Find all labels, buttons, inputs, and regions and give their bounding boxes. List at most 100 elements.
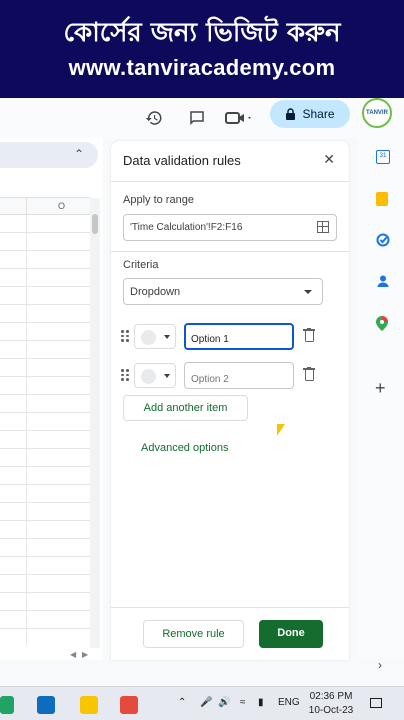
- maps-icon[interactable]: [376, 316, 388, 331]
- row-gridline: [0, 628, 90, 629]
- column-header-o[interactable]: O: [58, 201, 65, 211]
- contacts-icon[interactable]: [376, 274, 389, 287]
- criteria-value: Dropdown: [130, 286, 181, 298]
- windows-taskbar: ⌃ 🎤 🔊 ≈ ▮ ENG 02:36 PM 10-Oct-23: [0, 686, 404, 720]
- data-validation-panel: Data validation rules ✕ Apply to range '…: [111, 141, 349, 660]
- keep-icon[interactable]: [376, 192, 388, 206]
- battery-icon[interactable]: ▮: [258, 697, 264, 708]
- drag-handle-icon[interactable]: [121, 330, 129, 342]
- delete-option-icon[interactable]: [303, 328, 315, 342]
- row-gridline: [0, 250, 90, 251]
- history-icon[interactable]: [140, 104, 168, 132]
- dropdown-caret-icon: [304, 290, 312, 294]
- outlook-app-icon[interactable]: [37, 696, 55, 714]
- meet-video-icon[interactable]: [220, 104, 258, 132]
- panel-title: Data validation rules: [123, 153, 241, 168]
- calendar-day: 31: [379, 153, 387, 159]
- calendar-icon[interactable]: 31: [376, 150, 390, 164]
- wifi-icon[interactable]: ≈: [240, 697, 246, 708]
- option-1-input[interactable]: [184, 323, 294, 350]
- row-gridline: [0, 304, 90, 305]
- row-gridline: [0, 286, 90, 287]
- color-swatch: [141, 330, 156, 345]
- delete-option-icon[interactable]: [303, 367, 315, 381]
- row-gridline: [0, 268, 90, 269]
- share-label: Share: [302, 107, 335, 121]
- criteria-label: Criteria: [123, 259, 159, 271]
- collapsed-toolbar-pill[interactable]: ⌃: [0, 142, 98, 168]
- recorder-app-icon[interactable]: [120, 696, 138, 714]
- close-icon[interactable]: ✕: [323, 151, 335, 168]
- row-gridline: [0, 358, 90, 359]
- column-divider: [26, 198, 27, 216]
- row-gridline: [0, 232, 90, 233]
- apply-to-range-label: Apply to range: [123, 194, 194, 206]
- option-color-picker[interactable]: [134, 363, 176, 388]
- promo-bengali-text: কোর্সের জন্য ভিজিট করুন: [63, 18, 341, 48]
- remove-rule-button[interactable]: Remove rule: [143, 620, 244, 648]
- spreadsheet-grid[interactable]: [0, 138, 103, 660]
- option-color-picker[interactable]: [134, 324, 176, 349]
- panel-divider: [111, 181, 349, 182]
- scrollbar-thumb[interactable]: [92, 214, 98, 234]
- row-gridline: [0, 466, 90, 467]
- scroll-right-icon[interactable]: ▶: [82, 650, 88, 659]
- range-value: 'Time Calculation'!F2:F16: [130, 222, 243, 233]
- column-gridline: [26, 215, 27, 645]
- row-gridline: [0, 412, 90, 413]
- row-gridline: [0, 502, 90, 503]
- done-button[interactable]: Done: [259, 620, 323, 648]
- promo-website-text: www.tanviracademy.com: [68, 55, 336, 80]
- row-gridline: [0, 340, 90, 341]
- taskbar-clock[interactable]: 02:36 PM 10-Oct-23: [308, 690, 354, 718]
- account-avatar[interactable]: TANVIR: [362, 98, 392, 128]
- clock-date: 10-Oct-23: [308, 705, 354, 716]
- dropdown-caret-icon: [164, 374, 170, 378]
- share-button[interactable]: Share: [270, 100, 350, 128]
- panel-divider: [111, 251, 349, 252]
- clock-time: 02:36 PM: [309, 691, 353, 702]
- promo-banner: কোর্সের জন্য ভিজিট করুন www.tanviracadem…: [0, 0, 404, 98]
- sticky-notes-app-icon[interactable]: [80, 696, 98, 714]
- tasks-icon[interactable]: [376, 233, 390, 247]
- expand-rail-icon[interactable]: ›: [378, 658, 390, 672]
- microphone-icon[interactable]: 🎤: [200, 697, 212, 708]
- speaker-icon[interactable]: 🔊: [218, 697, 230, 708]
- row-gridline: [0, 430, 90, 431]
- row-gridline: [0, 376, 90, 377]
- tray-chevron-up-icon[interactable]: ⌃: [178, 697, 186, 708]
- chevron-up-icon[interactable]: ⌃: [74, 147, 84, 161]
- row-gridline: [0, 556, 90, 557]
- scroll-left-icon[interactable]: ◀: [70, 650, 76, 659]
- add-another-item-button[interactable]: Add another item: [123, 395, 248, 421]
- select-range-icon[interactable]: [317, 221, 329, 233]
- language-indicator[interactable]: ENG: [278, 697, 300, 708]
- row-gridline: [0, 538, 90, 539]
- row-gridline: [0, 484, 90, 485]
- criteria-dropdown[interactable]: Dropdown: [123, 278, 323, 305]
- row-gridline: [0, 448, 90, 449]
- comment-icon[interactable]: [183, 104, 211, 132]
- row-gridline: [0, 610, 90, 611]
- dropdown-option-row: [111, 362, 349, 389]
- dropdown-option-row: [111, 323, 349, 350]
- excel-app-icon[interactable]: [0, 696, 14, 714]
- panel-footer: Remove rule Done: [111, 607, 349, 660]
- color-swatch: [141, 369, 156, 384]
- notifications-icon[interactable]: [370, 698, 382, 708]
- vertical-scrollbar[interactable]: [90, 198, 100, 648]
- side-app-rail: 31 + ›: [358, 138, 404, 672]
- add-icon[interactable]: +: [375, 379, 387, 397]
- row-gridline: [0, 574, 90, 575]
- drag-handle-icon[interactable]: [121, 369, 129, 381]
- range-input[interactable]: 'Time Calculation'!F2:F16: [123, 214, 337, 241]
- avatar-text: TANVIR: [366, 110, 388, 116]
- mouse-cursor-icon: [277, 424, 285, 436]
- option-2-input[interactable]: [184, 362, 294, 389]
- row-gridline: [0, 322, 90, 323]
- column-header-row: O: [0, 197, 90, 216]
- row-gridline: [0, 592, 90, 593]
- advanced-options-link[interactable]: Advanced options: [141, 442, 228, 454]
- dropdown-caret-icon: [164, 335, 170, 339]
- lock-icon: [286, 108, 296, 120]
